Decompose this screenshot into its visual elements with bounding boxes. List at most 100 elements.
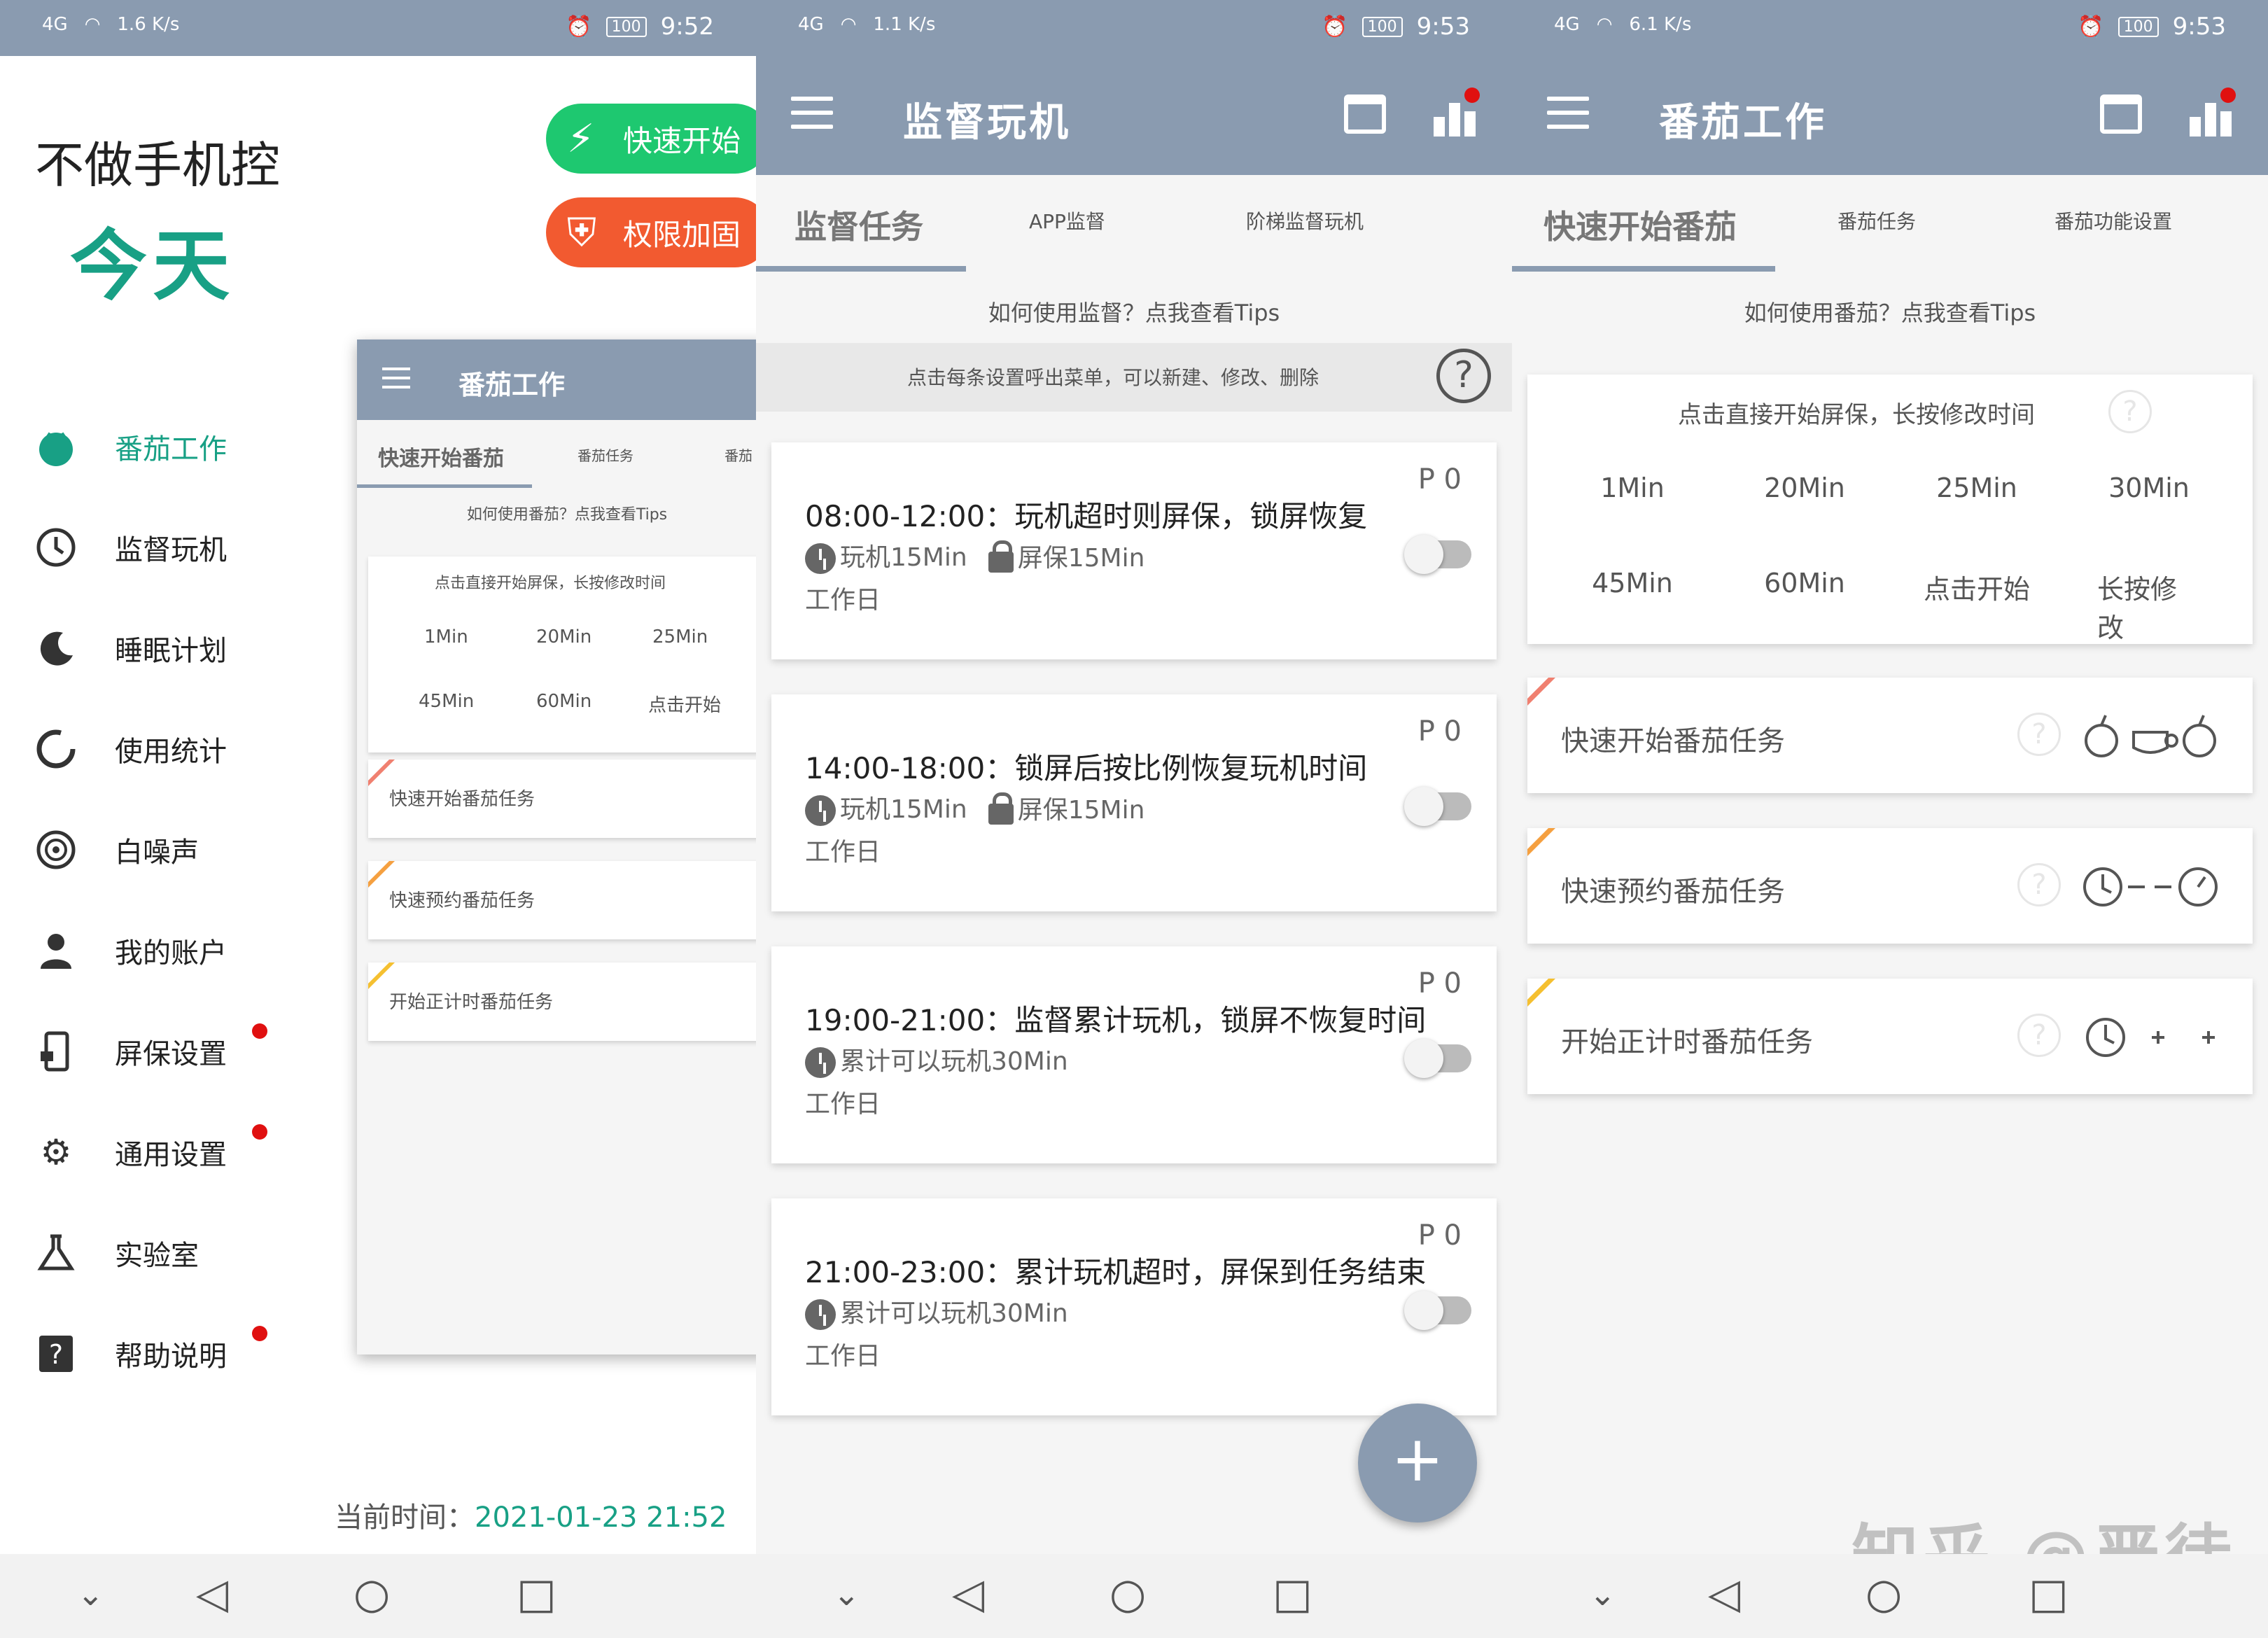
drawer-subheading: 今天 bbox=[70, 221, 235, 311]
supervise-task-card[interactable]: P 0 08:00-12:00：玩机超时则屏保，锁屏恢复 玩机15Min 屏保15… bbox=[771, 442, 1497, 659]
task-toggle[interactable] bbox=[1404, 1039, 1471, 1078]
duration-option[interactable]: 25Min bbox=[1936, 472, 2017, 503]
menu-icon[interactable] bbox=[791, 97, 833, 132]
preview-opt[interactable]: 1Min bbox=[424, 626, 468, 648]
net-speed: 1.1 K/s bbox=[873, 14, 936, 35]
menu-label: 番茄工作 bbox=[115, 433, 227, 465]
help-icon[interactable]: ? bbox=[2017, 713, 2061, 756]
preview-tips[interactable]: 如何使用番茄？点我查看Tips bbox=[357, 502, 756, 524]
supervise-panel: 4G ◠ 1.1 K/s ⏰ 100 9:53 监督玩机 监督任务 APP监督 阶梯监督… bbox=[756, 0, 1512, 1638]
shield-icon: ⛨ bbox=[567, 210, 596, 255]
chevron-down-icon[interactable]: ⌄ bbox=[77, 1575, 104, 1613]
recents-icon[interactable]: □ bbox=[1273, 1569, 1312, 1618]
quick-start-button[interactable]: ⚡ 快速开始 bbox=[546, 104, 756, 174]
preview-task-row[interactable]: 快速预约番茄任务 bbox=[368, 861, 756, 939]
supervise-task-card[interactable]: P 0 19:00-21:00：监督累计玩机，锁屏不恢复时间 累计可以玩机30M… bbox=[771, 946, 1497, 1163]
menu-item-whitenoise[interactable]: 白噪声 bbox=[35, 822, 199, 878]
menu-item-help[interactable]: ? 帮助说明 bbox=[35, 1326, 227, 1382]
back-icon[interactable]: ◁ bbox=[1708, 1569, 1740, 1618]
calendar-icon[interactable] bbox=[1344, 94, 1386, 134]
play-text: 累计可以玩机30Min bbox=[840, 1299, 1068, 1328]
duration-option[interactable]: 60Min bbox=[1764, 568, 1845, 598]
task-label: 快速开始番茄任务 bbox=[1561, 725, 1785, 757]
menu-item-lab[interactable]: 实验室 bbox=[35, 1225, 199, 1281]
preview-tab-settings[interactable]: 番茄 bbox=[724, 444, 752, 465]
preview-opt[interactable]: 60Min bbox=[536, 691, 592, 712]
preview-tab-tasks[interactable]: 番茄任务 bbox=[578, 444, 634, 465]
back-icon[interactable]: ◁ bbox=[952, 1569, 984, 1618]
preview-tab-quick[interactable]: 快速开始番茄 bbox=[378, 441, 504, 472]
tips-link[interactable]: 如何使用监督？点我查看Tips bbox=[756, 295, 1512, 328]
calendar-icon[interactable] bbox=[2100, 94, 2142, 134]
current-time: 当前时间：2021-01-23 21:52 bbox=[335, 1494, 727, 1535]
home-icon[interactable]: ○ bbox=[1865, 1569, 1902, 1618]
tab-quick-tomato[interactable]: 快速开始番茄 bbox=[1544, 202, 1737, 248]
preview-opt[interactable]: 点击开始 bbox=[648, 691, 721, 717]
help-icon[interactable]: ? bbox=[2108, 390, 2152, 433]
stats-icon[interactable] bbox=[1434, 88, 1480, 136]
page-title: 番茄工作 bbox=[1659, 100, 1827, 146]
tab-tomato-tasks[interactable]: 番茄任务 bbox=[1837, 206, 1916, 234]
supervise-task-card[interactable]: P 0 21:00-23:00：累计玩机超时，屏保到任务结束 累计可以玩机30M… bbox=[771, 1198, 1497, 1415]
menu-item-stats[interactable]: 使用统计 bbox=[35, 721, 227, 777]
menu-item-settings[interactable]: ⚙ 通用设置 bbox=[35, 1124, 227, 1180]
start-option[interactable]: 点击开始 bbox=[1924, 568, 2030, 606]
current-time-label: 当前时间： bbox=[335, 1502, 475, 1534]
task-toggle[interactable] bbox=[1404, 1291, 1471, 1330]
home-icon[interactable]: ○ bbox=[1110, 1569, 1146, 1618]
lightning-icon: ⚡ bbox=[567, 116, 595, 162]
lock-icon bbox=[988, 540, 1014, 573]
duration-option[interactable]: 20Min bbox=[1764, 472, 1845, 503]
preview-task-row[interactable]: 快速开始番茄任务 bbox=[368, 760, 756, 838]
help-icon[interactable]: ? bbox=[2017, 863, 2061, 906]
menu-item-supervise[interactable]: 监督玩机 bbox=[35, 519, 227, 575]
app-preview[interactable]: 番茄工作 快速开始番茄 番茄任务 番茄 如何使用番茄？点我查看Tips 点击直接… bbox=[357, 340, 756, 1354]
help-icon[interactable]: ? bbox=[1436, 349, 1491, 403]
home-icon[interactable]: ○ bbox=[354, 1569, 390, 1618]
menu-icon[interactable] bbox=[1547, 97, 1589, 132]
preview-opt[interactable]: 20Min bbox=[536, 626, 592, 648]
recents-icon[interactable]: □ bbox=[2029, 1569, 2068, 1618]
menu-item-sleep[interactable]: 睡眠计划 bbox=[35, 620, 227, 676]
permission-button[interactable]: ⛨ 权限加固 bbox=[546, 197, 756, 267]
back-icon[interactable]: ◁ bbox=[196, 1569, 228, 1618]
menu-item-tomato[interactable]: 番茄工作 bbox=[35, 419, 227, 475]
tab-app-supervise[interactable]: APP监督 bbox=[1029, 206, 1105, 234]
tips-link[interactable]: 如何使用番茄？点我查看Tips bbox=[1512, 295, 2268, 328]
tomato-panel: 4G ◠ 6.1 K/s ⏰ 100 9:53 番茄工作 快速开始番茄 番茄任务 番茄功… bbox=[1512, 0, 2268, 1638]
stats-icon[interactable] bbox=[2190, 88, 2236, 136]
duration-option[interactable]: 1Min bbox=[1600, 472, 1665, 503]
task-toggle[interactable] bbox=[1404, 535, 1471, 574]
menu-item-screensaver[interactable]: 屏保设置 bbox=[35, 1023, 227, 1079]
supervise-task-card[interactable]: P 0 14:00-18:00：锁屏后按比例恢复玩机时间 玩机15Min 屏保15… bbox=[771, 694, 1497, 911]
notification-dot bbox=[252, 1023, 267, 1039]
play-time: 累计可以玩机30Min bbox=[805, 1041, 1068, 1078]
menu-item-account[interactable]: 我的账户 bbox=[35, 923, 227, 979]
add-task-button[interactable]: + bbox=[1358, 1404, 1477, 1522]
preview-opt[interactable]: 45Min bbox=[419, 691, 474, 712]
duration-option[interactable]: 45Min bbox=[1592, 568, 1673, 598]
tomato-task-row[interactable]: 快速开始番茄任务 ? bbox=[1527, 678, 2253, 793]
duration-option[interactable]: 30Min bbox=[2108, 472, 2190, 503]
tomato-task-row[interactable]: 开始正计时番茄任务 ? bbox=[1527, 979, 2253, 1094]
tab-tomato-settings[interactable]: 番茄功能设置 bbox=[2054, 206, 2172, 234]
edit-option[interactable]: 长按修改 bbox=[2097, 568, 2201, 645]
chevron-down-icon[interactable]: ⌄ bbox=[1589, 1575, 1616, 1613]
task-title: 14:00-18:00：锁屏后按比例恢复玩机时间 bbox=[805, 751, 1368, 785]
tab-supervise-tasks[interactable]: 监督任务 bbox=[794, 202, 923, 248]
preview-opt[interactable]: 25Min bbox=[652, 626, 708, 648]
chevron-down-icon[interactable]: ⌄ bbox=[833, 1575, 860, 1613]
status-bar: 4G ◠ 1.1 K/s ⏰ 100 9:53 bbox=[756, 0, 1512, 56]
wifi-icon: ◠ bbox=[840, 14, 857, 35]
help-icon[interactable]: ? bbox=[2017, 1014, 2061, 1057]
preview-task-row[interactable]: 开始正计时番茄任务 bbox=[368, 962, 756, 1041]
tomato-task-row[interactable]: 快速预约番茄任务 ? bbox=[1527, 828, 2253, 944]
phone-lock-icon bbox=[35, 1030, 77, 1072]
preview-tab-indicator bbox=[357, 484, 532, 488]
tab-ladder-supervise[interactable]: 阶梯监督玩机 bbox=[1246, 206, 1364, 234]
recents-icon[interactable]: □ bbox=[517, 1569, 556, 1618]
task-toggle[interactable] bbox=[1404, 787, 1471, 826]
lock-time: 屏保15Min bbox=[988, 790, 1144, 826]
alarm-icon: ⏰ bbox=[1322, 14, 1348, 39]
clock-icon bbox=[805, 1047, 836, 1078]
